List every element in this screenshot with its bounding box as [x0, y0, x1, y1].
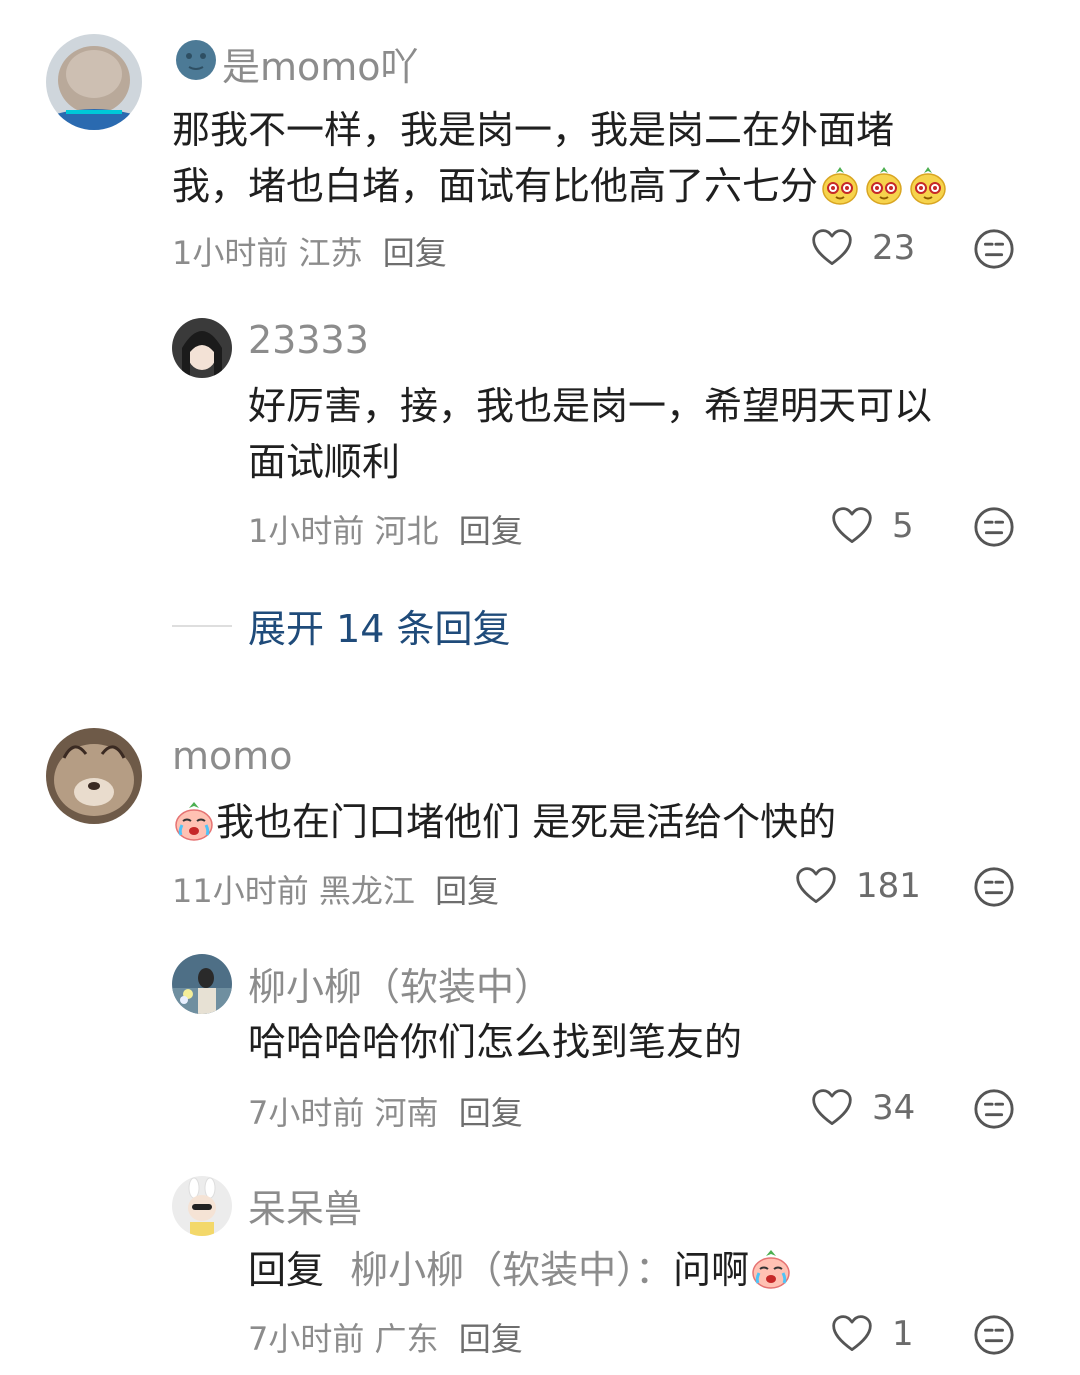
expand-replies-label[interactable]: 展开 14 条回复	[248, 598, 511, 653]
comment-text-line-2: 我，堵也白堵，面试有比他高了六七分	[172, 158, 1052, 214]
reply-button[interactable]: 回复	[435, 872, 499, 910]
like-count: 23	[872, 228, 916, 268]
comment-text-line: 面试顺利	[248, 440, 401, 484]
dislike-face-icon[interactable]	[973, 506, 1015, 548]
expand-replies-button[interactable]: 展开 14 条回复	[172, 598, 511, 653]
pear-sly-emoji-icon	[906, 163, 950, 207]
comment-text-line: 我，堵也白堵，面试有比他高了六七分	[172, 164, 819, 208]
comment-text-line: 好厉害，接，我也是岗一，希望明天可以	[248, 384, 933, 428]
comment-text-line: 哈哈哈哈你们怎么找到笔友的	[248, 1020, 743, 1064]
username[interactable]: 呆呆兽	[248, 1178, 362, 1233]
like-count: 181	[856, 866, 921, 906]
girl-selfie-avatar-icon	[172, 318, 232, 378]
comment-text: 我也在门口堵他们 是死是活给个快的	[172, 794, 1052, 850]
dislike-face-icon[interactable]	[973, 1088, 1015, 1130]
peach-crying-emoji-icon	[749, 1247, 793, 1291]
heart-icon	[794, 864, 838, 908]
comment-meta: 1小时前 河北 回复	[248, 506, 523, 552]
divider	[172, 624, 232, 627]
comment-time: 1小时前	[248, 512, 365, 550]
comment-text: 好厉害，接，我也是岗一，希望明天可以 面试顺利	[248, 378, 1048, 490]
comment-location: 江苏	[298, 234, 363, 272]
like-button[interactable]: 34	[810, 1086, 915, 1130]
comment-location: 黑龙江	[318, 872, 415, 910]
dislike-face-icon[interactable]	[973, 1314, 1015, 1356]
blue-moon-face-icon	[176, 40, 216, 80]
peach-crying-emoji-icon	[172, 799, 216, 843]
bunny-hat-girl-avatar-icon	[172, 1176, 232, 1236]
comment-time: 11小时前	[172, 872, 309, 910]
comment-location: 河北	[374, 512, 439, 550]
comment-time: 7小时前	[248, 1320, 365, 1358]
comment-text-line: 问啊	[673, 1248, 750, 1292]
like-button[interactable]: 23	[810, 226, 915, 270]
cat-avatar-icon	[46, 728, 142, 824]
reply-button[interactable]: 回复	[383, 234, 447, 272]
comment-text: 那我不一样，我是岗一，我是岗二在外面堵 我，堵也白堵，面试有比他高了六七分	[172, 102, 1052, 214]
heart-icon	[810, 1086, 854, 1130]
comment-meta: 11小时前 黑龙江 回复	[172, 866, 499, 912]
avatar[interactable]	[172, 1176, 232, 1236]
avatar[interactable]	[172, 954, 232, 1014]
username[interactable]: 是momo吖	[222, 36, 419, 91]
pear-sly-emoji-icon	[862, 163, 906, 207]
comment-text: 哈哈哈哈你们怎么找到笔友的	[248, 1014, 1048, 1070]
reply-button[interactable]: 回复	[459, 1094, 523, 1132]
avatar[interactable]	[172, 318, 232, 378]
username[interactable]: 柳小柳（软装中）	[248, 956, 552, 1011]
comment-time: 1小时前	[172, 234, 289, 272]
like-button[interactable]: 181	[794, 864, 921, 908]
like-button[interactable]: 5	[830, 504, 914, 548]
comment-time: 7小时前	[248, 1094, 365, 1132]
like-button[interactable]: 1	[830, 1312, 914, 1356]
reply-mention[interactable]: 柳小柳（软装中）：	[350, 1248, 673, 1292]
comment-location: 河南	[374, 1094, 439, 1132]
like-count: 5	[892, 506, 914, 546]
comment-meta: 7小时前 广东 回复	[248, 1314, 523, 1360]
dislike-face-icon[interactable]	[973, 866, 1015, 908]
bald-head-avatar-icon	[46, 34, 142, 130]
like-count: 34	[872, 1088, 916, 1128]
heart-icon	[830, 1312, 874, 1356]
comment-text-line: 那我不一样，我是岗一，我是岗二在外面堵	[172, 108, 895, 152]
username[interactable]: momo	[172, 734, 293, 778]
heart-icon	[810, 226, 854, 270]
avatar[interactable]	[46, 728, 142, 824]
heart-icon	[830, 504, 874, 548]
reply-button[interactable]: 回复	[459, 512, 523, 550]
avatar[interactable]	[46, 34, 142, 130]
reply-button[interactable]: 回复	[459, 1320, 523, 1358]
comment-location: 广东	[374, 1320, 439, 1358]
girl-flowers-avatar-icon	[172, 954, 232, 1014]
comment-text-line: 我也在门口堵他们 是死是活给个快的	[216, 800, 837, 844]
comment-meta: 1小时前 江苏 回复	[172, 228, 447, 274]
reply-prefix: 回复	[248, 1248, 325, 1292]
dislike-face-icon[interactable]	[973, 228, 1015, 270]
like-count: 1	[892, 1314, 914, 1354]
pear-sly-emoji-icon	[818, 163, 862, 207]
comment-text: 回复 柳小柳（软装中）：问啊	[248, 1242, 1048, 1298]
username[interactable]: 23333	[248, 318, 369, 362]
comment-meta: 7小时前 河南 回复	[248, 1088, 523, 1134]
